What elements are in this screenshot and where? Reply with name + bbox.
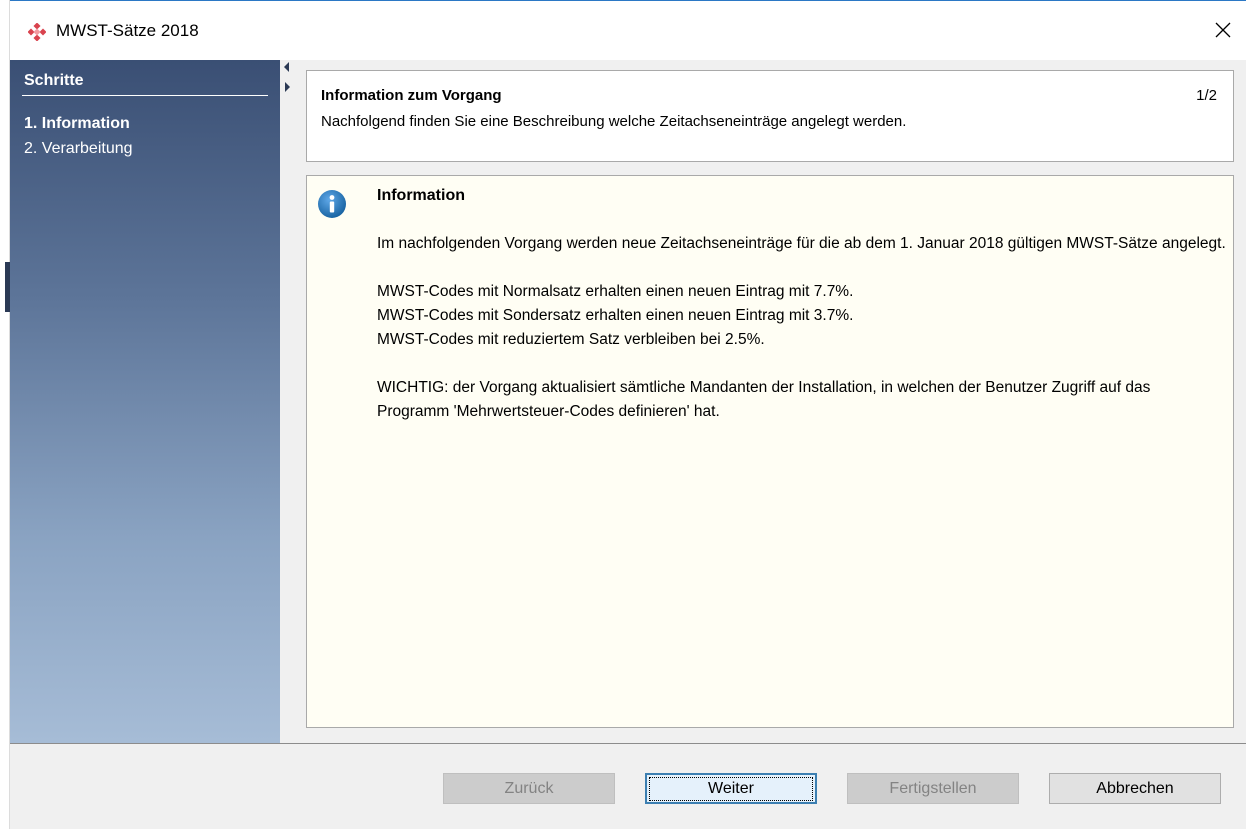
info-line-normalsatz: MWST-Codes mit Normalsatz erhalten einen… <box>377 283 854 300</box>
finish-button[interactable]: Fertigstellen <box>847 773 1019 804</box>
info-line-reduziert: MWST-Codes mit reduziertem Satz verbleib… <box>377 331 765 348</box>
info-paragraph-wichtig: WICHTIG: der Vorgang aktualisiert sämtli… <box>377 379 1151 420</box>
header-description: Nachfolgend finden Sie eine Beschreibung… <box>321 113 907 130</box>
info-icon <box>318 190 346 218</box>
sidebar-title: Schritte <box>24 72 84 89</box>
app-logo-icon <box>28 23 46 41</box>
information-panel: Information Im nachfolgenden Vorgang wer… <box>306 175 1234 728</box>
close-button[interactable] <box>1208 15 1238 45</box>
background-window-edge <box>0 0 10 829</box>
wizard-window: MWST-Sätze 2018 Schritte 1. Information … <box>0 0 1246 829</box>
header-title: Information zum Vorgang <box>321 87 502 104</box>
step-verarbeitung: 2. Verarbeitung <box>24 140 133 157</box>
info-title: Information <box>377 187 465 204</box>
cancel-button[interactable]: Abbrechen <box>1049 773 1221 804</box>
next-button-label: Weiter <box>649 776 813 801</box>
step-information: 1. Information <box>24 115 130 132</box>
back-button[interactable]: Zurück <box>443 773 615 804</box>
page-indicator: 1/2 <box>1196 87 1217 104</box>
title-bar: MWST-Sätze 2018 <box>10 0 1246 60</box>
info-body: Im nachfolgenden Vorgang werden neue Zei… <box>377 232 1227 448</box>
window-title: MWST-Sätze 2018 <box>56 21 199 40</box>
sidebar-collapse-arrows-icon[interactable] <box>283 60 293 96</box>
next-button[interactable]: Weiter <box>645 773 817 804</box>
process-header-panel: Information zum Vorgang 1/2 Nachfolgend … <box>306 70 1234 162</box>
sidebar-divider <box>22 95 268 96</box>
steps-sidebar: Schritte 1. Information 2. Verarbeitung <box>10 60 280 743</box>
close-icon <box>1215 22 1231 38</box>
info-paragraph-intro: Im nachfolgenden Vorgang werden neue Zei… <box>377 235 1226 252</box>
info-line-sondersatz: MWST-Codes mit Sondersatz erhalten einen… <box>377 307 854 324</box>
